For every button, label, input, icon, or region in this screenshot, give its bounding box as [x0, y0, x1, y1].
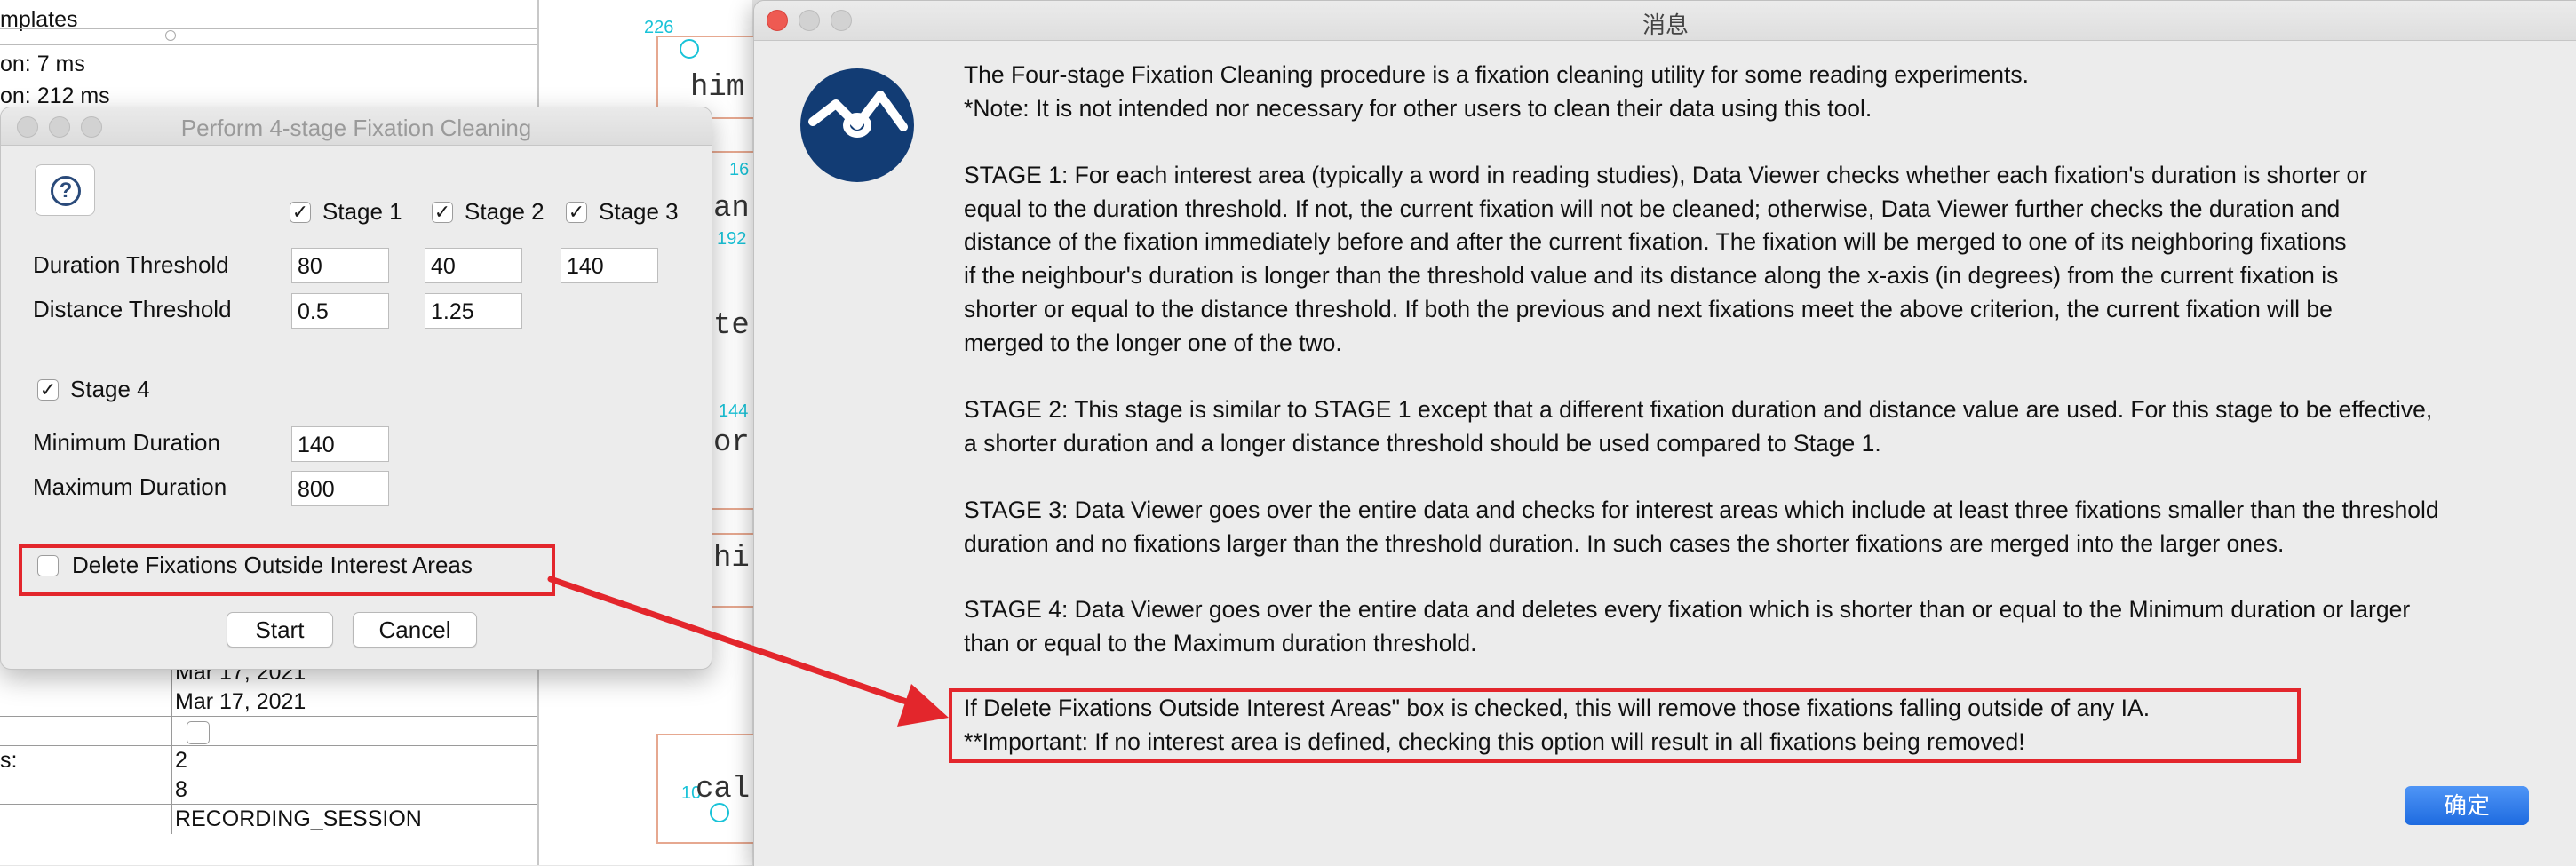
annotation-arrow	[547, 576, 949, 727]
